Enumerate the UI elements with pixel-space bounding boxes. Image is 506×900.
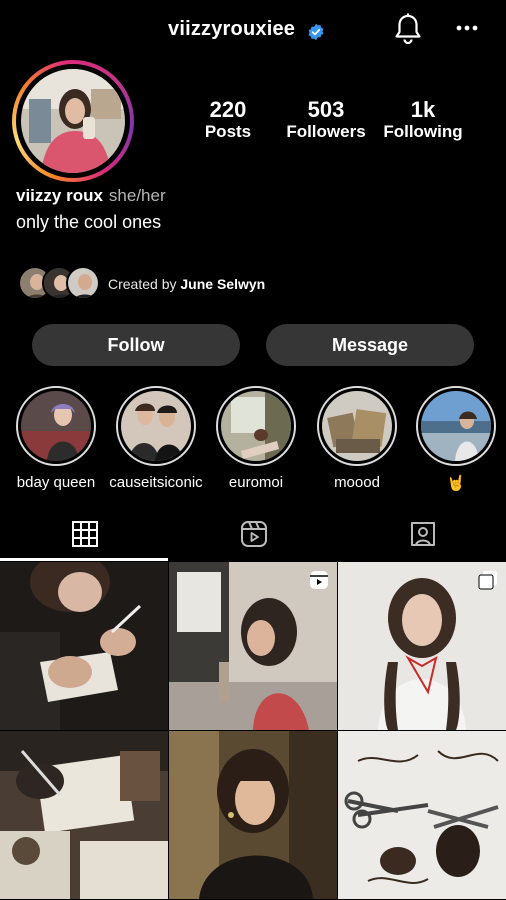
verified-badge-icon xyxy=(308,23,324,41)
post-thumbnail[interactable] xyxy=(0,562,168,730)
active-tab-indicator xyxy=(0,558,168,561)
highlight-item[interactable]: moood xyxy=(307,386,407,491)
highlight-item[interactable]: euromoi xyxy=(206,386,306,491)
tab-reels[interactable] xyxy=(169,512,337,562)
message-button[interactable]: Message xyxy=(266,324,474,366)
carousel-icon xyxy=(478,571,497,590)
tagged-icon xyxy=(411,522,435,546)
posts-grid xyxy=(0,562,506,900)
highlight-label: euromoi xyxy=(228,474,284,491)
posts-label: Posts xyxy=(204,122,252,141)
followers-label: Followers xyxy=(286,122,366,141)
display-name: viizzy roux xyxy=(16,186,103,205)
grid-icon xyxy=(72,521,98,547)
profile-name-line: viizzy roux she/her xyxy=(16,186,166,206)
highlight-item[interactable]: causeitsiconic xyxy=(106,386,206,491)
highlight-cover xyxy=(421,391,491,461)
following-label: Following xyxy=(383,122,463,141)
top-bar: viizzyrouxiee xyxy=(0,0,506,64)
followers-value: 503 xyxy=(307,97,345,122)
following-count[interactable]: 1k Following xyxy=(378,98,468,142)
pronouns: she/her xyxy=(108,186,166,205)
followers-count[interactable]: 503 Followers xyxy=(282,98,370,142)
highlight-item[interactable]: 🤘 xyxy=(406,386,506,492)
post-thumbnail[interactable] xyxy=(0,731,168,899)
following-value: 1k xyxy=(410,97,436,122)
profile-avatar-ring[interactable] xyxy=(12,60,134,182)
tab-tagged[interactable] xyxy=(338,512,506,562)
post-thumbnail[interactable] xyxy=(169,562,337,730)
created-by-prefix: Created by xyxy=(108,276,177,292)
highlight-label: moood xyxy=(334,474,380,491)
highlight-cover xyxy=(322,391,392,461)
highlight-cover xyxy=(221,391,291,461)
highlight-item[interactable]: bday queen xyxy=(6,386,106,491)
post-thumbnail[interactable] xyxy=(169,731,337,899)
posts-count: 220 Posts xyxy=(196,98,260,142)
profile-username: viizzyrouxiee xyxy=(168,18,296,40)
post-thumbnail[interactable] xyxy=(338,731,506,899)
post-thumbnail[interactable] xyxy=(338,562,506,730)
collaborator-avatar xyxy=(66,266,100,300)
created-by-row[interactable]: Created by June Selwyn xyxy=(18,266,318,302)
highlight-label: causeitsiconic xyxy=(109,474,203,491)
tab-posts-grid[interactable] xyxy=(0,512,168,562)
follow-button[interactable]: Follow xyxy=(32,324,240,366)
more-dots-icon[interactable] xyxy=(455,20,479,36)
reels-icon xyxy=(241,521,267,547)
profile-bio: only the cool ones xyxy=(16,212,162,232)
highlight-cover xyxy=(121,391,191,461)
highlight-label: bday queen xyxy=(16,474,96,491)
highlight-label: 🤘 xyxy=(446,475,466,492)
posts-value: 220 xyxy=(209,97,247,122)
reel-icon xyxy=(310,571,328,589)
created-by-text: Created by June Selwyn xyxy=(108,276,265,292)
highlight-cover xyxy=(21,391,91,461)
bell-icon[interactable] xyxy=(393,12,423,46)
creator-name[interactable]: June Selwyn xyxy=(180,276,265,292)
profile-tabs xyxy=(0,512,506,562)
avatar xyxy=(21,69,125,173)
